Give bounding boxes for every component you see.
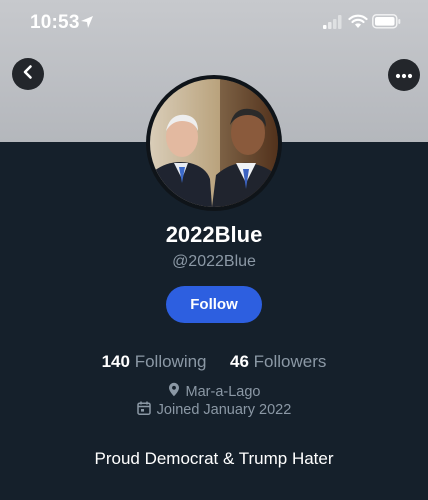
location-pin-icon [168, 382, 186, 401]
wifi-icon [348, 14, 368, 34]
followers-label: Followers [253, 352, 327, 371]
following-count: 140 [101, 352, 130, 371]
more-options-button[interactable] [388, 59, 420, 91]
profile-handle: @2022Blue [172, 253, 256, 270]
calendar-icon [136, 401, 157, 419]
location-text: Mar-a-Lago [185, 383, 261, 400]
follow-button[interactable]: Follow [166, 286, 262, 323]
profile-display-name: 2022Blue [165, 222, 263, 247]
back-button[interactable] [12, 58, 44, 90]
location-arrow-icon [80, 15, 94, 34]
avatar[interactable] [146, 75, 282, 211]
profile-location: Mar-a-Lago [0, 382, 428, 401]
profile-stats: 140 Following 46 Followers [0, 352, 428, 372]
cellular-signal-icon [323, 15, 343, 34]
status-time: 10:53 [30, 12, 80, 33]
profile-joined-date: Joined January 2022 [0, 401, 428, 419]
battery-icon [372, 14, 402, 34]
avatar-photo [150, 79, 278, 207]
following-label: Following [134, 352, 207, 371]
followers-stat[interactable]: 46 Followers [230, 352, 326, 371]
joined-text: Joined January 2022 [156, 402, 292, 418]
followers-count: 46 [229, 352, 249, 371]
following-stat[interactable]: 140 Following [102, 352, 212, 371]
profile-bio: Proud Democrat & Trump Hater [94, 449, 334, 468]
chevron-left-icon [20, 64, 36, 85]
more-dots-icon [395, 66, 413, 84]
status-bar: 10:53 [0, 0, 428, 46]
